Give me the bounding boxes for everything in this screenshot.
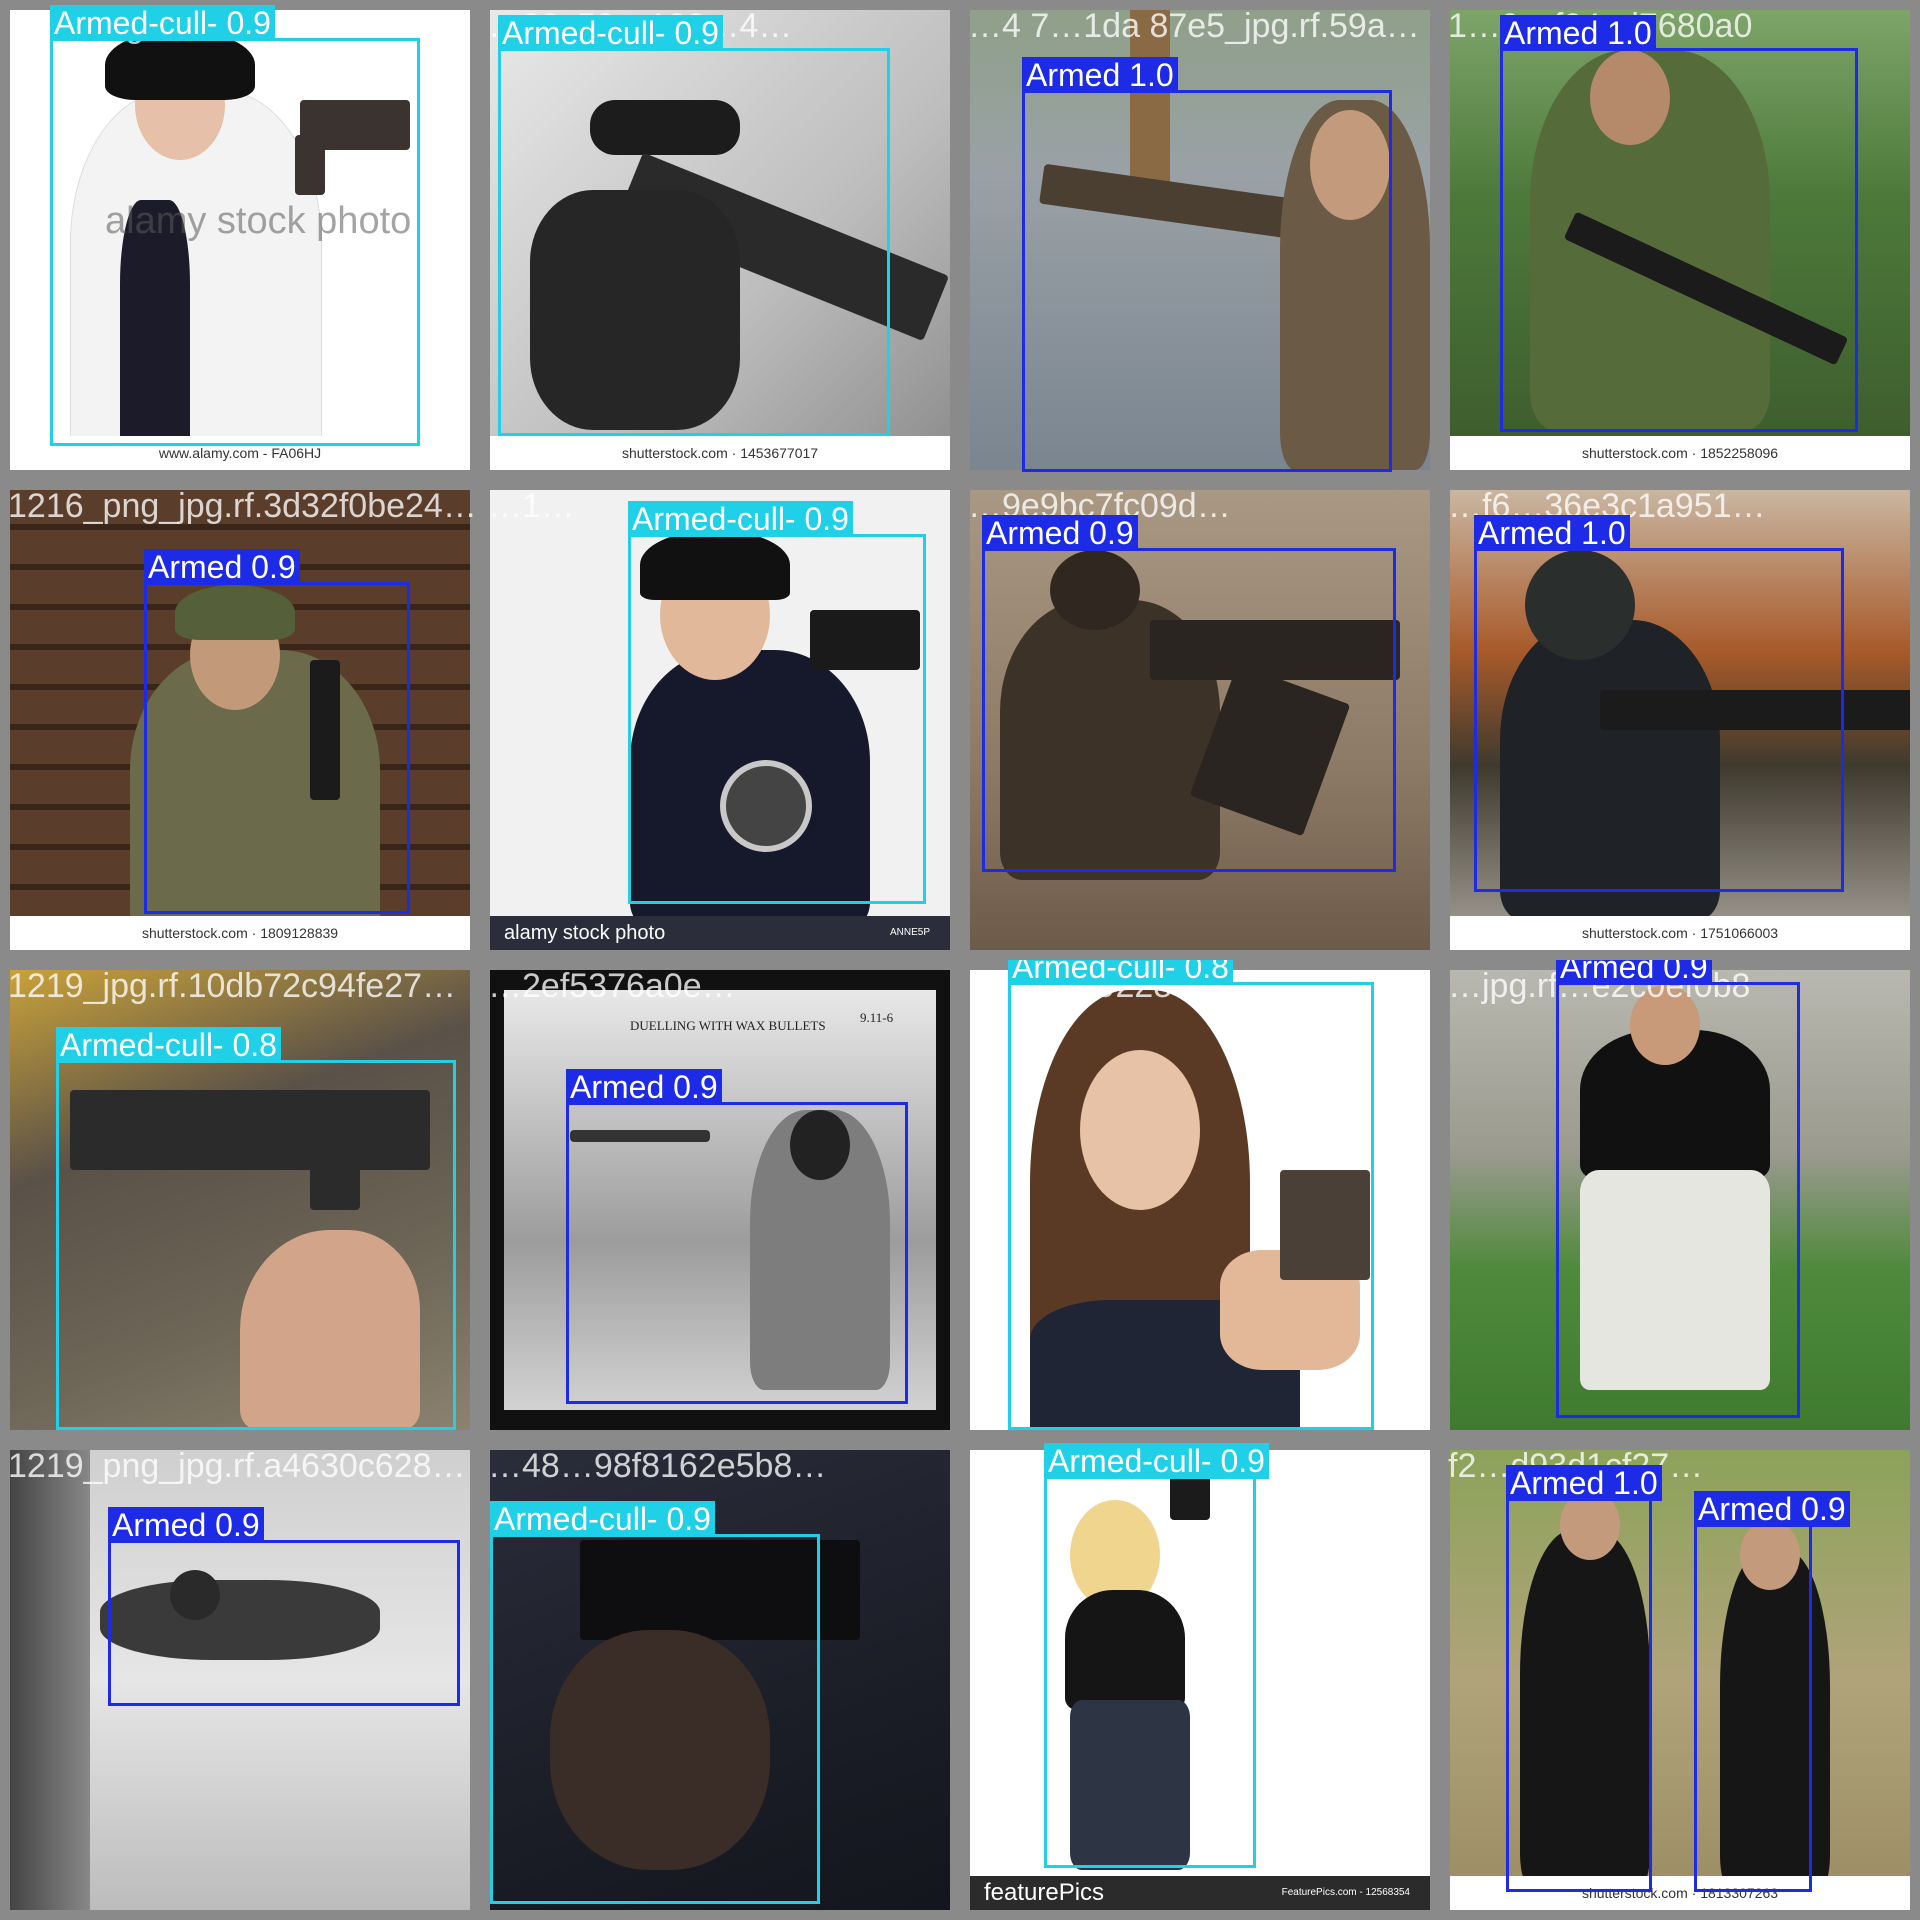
image-tile-16[interactable]: shutterstock.com · 1813307263 f2…d93d1cf… [1440,1440,1920,1920]
box-label: Armed 0.9 [1694,1491,1850,1527]
box-label: Armed-cull- 0.8 [56,1027,281,1063]
bounding-box[interactable]: Armed 0.9 [1694,1491,1850,1892]
bounding-box[interactable]: Armed 1.0 [1474,515,1844,892]
photo-credit: alamy stock photo ANNE5P [490,916,950,950]
photo-credit: shutterstock.com · 1852258096 [1450,436,1910,470]
box-label: Armed 1.0 [1022,57,1178,93]
bounding-box[interactable]: Armed-cull- 0.8 [1008,960,1374,1430]
photo-credit: featurePics FeaturePics.com - 12568354 [970,1876,1430,1910]
bounding-box[interactable]: Armed-cull- 0.9 [490,1501,820,1904]
image-tile-3[interactable]: …4 7…1da 87e5_jpg.rf.59a… Armed 1.0 [960,0,1440,480]
bounding-box[interactable]: Armed 1.0 [1506,1465,1662,1892]
box-label: Armed-cull- 0.9 [498,15,723,51]
box-label: Armed-cull- 0.9 [628,501,853,537]
image-tile-5[interactable]: shutterstock.com · 1809128839 1216_png_j… [0,480,480,960]
photo-caption-number: 9.11-6 [860,1010,894,1025]
bounding-box[interactable]: Armed 0.9 [108,1507,460,1706]
credit-text: alamy stock photo [504,922,666,944]
detection-mosaic: alamy stock photo www.alamy.com - FA06HJ… [0,0,1920,1920]
image-tile-4[interactable]: shutterstock.com · 1852258096 1…9…f24ed7… [1440,0,1920,480]
image-tile-10[interactable]: DUELLING WITH WAX BULLETS 9.11-6 …2ef537… [480,960,960,1440]
bounding-box[interactable]: Armed-cull- 0.9 [628,501,926,904]
box-label: Armed 1.0 [1506,1465,1662,1501]
bounding-box[interactable]: Armed-cull- 0.9 [498,15,890,436]
bounding-box[interactable]: Armed 0.9 [982,515,1396,872]
box-label: Armed-cull- 0.9 [490,1501,715,1537]
box-label: Armed 0.9 [982,515,1138,551]
photo-credit: shutterstock.com · 1751066003 [1450,916,1910,950]
image-tile-6[interactable]: alamy stock photo ANNE5P …1… Armed-cull-… [480,480,960,960]
photo-credit: shutterstock.com · 1809128839 [10,916,470,950]
box-label: Armed 0.9 [108,1507,264,1543]
photo-credit: shutterstock.com · 1453677017 [490,436,950,470]
box-label: Armed 1.0 [1500,15,1656,51]
image-tile-8[interactable]: shutterstock.com · 1751066003 …f6…36e3c1… [1440,480,1920,960]
image-tile-13[interactable]: 1219_png_jpg.rf.a4630c628… Armed 0.9 [0,1440,480,1920]
credit-id: FeaturePics.com - 12568354 [1281,1887,1410,1898]
box-label: Armed 0.9 [1556,960,1712,985]
image-tile-1[interactable]: alamy stock photo www.alamy.com - FA06HJ… [0,0,480,480]
photo-caption: DUELLING WITH WAX BULLETS [630,1018,826,1033]
image-tile-11[interactable]: …b06879228db… Armed-cull- 0.8 [960,960,1440,1440]
bounding-box[interactable]: Armed 0.9 [566,1069,908,1404]
box-label: Armed 0.9 [144,549,300,585]
image-tile-12[interactable]: …jpg.rf…e2c0ef0b8 Armed 0.9 [1440,960,1920,1440]
bounding-box[interactable]: Armed-cull- 0.9 [50,5,420,446]
box-label: Armed-cull- 0.9 [50,5,275,41]
image-tile-14[interactable]: …48…98f8162e5b8… Armed-cull- 0.9 [480,1440,960,1920]
image-tile-15[interactable]: featurePics FeaturePics.com - 12568354 …… [960,1440,1440,1920]
credit-text: featurePics [984,1879,1105,1906]
credit-id: ANNE5P [889,927,930,938]
bounding-box[interactable]: Armed 1.0 [1500,15,1858,432]
bounding-box[interactable]: Armed 0.9 [144,549,410,914]
box-label: Armed 1.0 [1474,515,1630,551]
bounding-box[interactable]: Armed 1.0 [1022,57,1392,472]
bounding-box[interactable]: Armed-cull- 0.9 [1044,1443,1269,1868]
box-label: Armed-cull- 0.8 [1008,960,1233,985]
bounding-box[interactable]: Armed 0.9 [1556,960,1800,1418]
image-tile-9[interactable]: 1219_jpg.rf.10db72c94fe27… Armed-cull- 0… [0,960,480,1440]
bounding-box[interactable]: Armed-cull- 0.8 [56,1027,456,1430]
box-label: Armed 0.9 [566,1069,722,1105]
image-tile-7[interactable]: …9e9bc7fc09d… Armed 0.9 [960,480,1440,960]
box-label: Armed-cull- 0.9 [1044,1443,1269,1479]
image-tile-2[interactable]: shutterstock.com · 1453677017 …80c53…182… [480,0,960,480]
